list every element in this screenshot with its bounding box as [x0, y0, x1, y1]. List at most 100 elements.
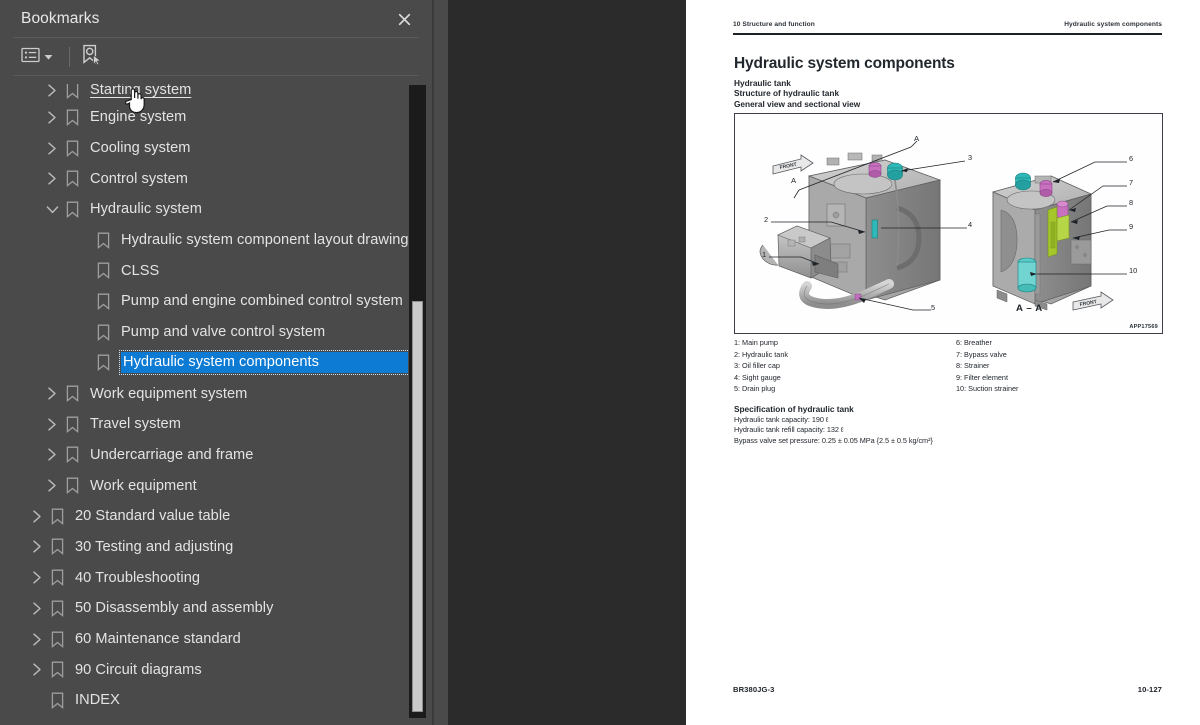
chevron-right-icon[interactable]: [44, 478, 60, 494]
chevron-right-icon[interactable]: [29, 600, 45, 616]
document-viewer: 10 Structure and function Hydraulic syst…: [448, 0, 1200, 725]
running-header-rule: [733, 33, 1162, 35]
figure-illustration: FRONT FRONT: [759, 140, 1127, 311]
bookmark-item-label: Undercarriage and frame: [90, 446, 254, 463]
bookmark-item[interactable]: Undercarriage and frame: [0, 440, 408, 471]
bookmark-item-label: 50 Disassembly and assembly: [75, 600, 274, 617]
list-options-icon: [21, 47, 40, 68]
subheading: General view and sectional view: [734, 98, 861, 109]
chevron-right-icon[interactable]: [44, 447, 60, 463]
bookmark-icon: [95, 261, 112, 280]
callout-8: 8: [1129, 198, 1134, 207]
subheading: Hydraulic tank: [734, 78, 791, 88]
bookmark-item[interactable]: 30 Testing and adjusting: [0, 532, 408, 563]
chevron-right-icon[interactable]: [44, 84, 60, 98]
bookmark-item[interactable]: Hydraulic system component layout drawin…: [0, 225, 408, 256]
specification-block: Specification of hydraulic tank Hydrauli…: [734, 404, 1163, 446]
bookmark-item[interactable]: 20 Standard value table: [0, 501, 408, 532]
bookmark-item[interactable]: INDEX: [0, 685, 408, 716]
front-arrow-right: FRONT: [1072, 291, 1114, 311]
bookmark-item-label: CLSS: [121, 262, 160, 279]
chevron-right-icon[interactable]: [29, 508, 45, 524]
callout-5: 5: [931, 303, 936, 312]
bookmark-item[interactable]: Work equipment system: [0, 378, 408, 409]
page-content: 10 Structure and function Hydraulic syst…: [733, 0, 1165, 725]
bookmarks-scrollbar-thumb[interactable]: [412, 301, 423, 712]
chevron-right-icon[interactable]: [44, 386, 60, 402]
document-page: 10 Structure and function Hydraulic syst…: [686, 0, 1200, 725]
bookmark-item[interactable]: Engine system: [0, 102, 408, 133]
close-icon[interactable]: [390, 6, 418, 32]
bookmark-item[interactable]: 40 Troubleshooting: [0, 562, 408, 593]
figure-hydraulic-tank: FRONT FRONT A A 1 2 3 4 5 6 7 8 9 10 A –…: [734, 113, 1163, 334]
bookmark-item[interactable]: Hydraulic system components: [0, 348, 408, 379]
section-view-label: A – A: [1016, 303, 1043, 314]
bookmark-icon: [95, 353, 112, 372]
bookmark-item[interactable]: Control system: [0, 163, 408, 194]
bookmark-icon: [49, 507, 66, 526]
bookmark-item-label: 90 Circuit diagrams: [75, 661, 202, 678]
bookmark-icon: [49, 568, 66, 587]
toolbar-separator: [69, 47, 70, 67]
list-options-button[interactable]: [18, 44, 56, 70]
bookmark-item[interactable]: Cooling system: [0, 133, 408, 164]
bookmark-icon: [95, 323, 112, 342]
new-bookmark-button[interactable]: [81, 44, 102, 70]
chevron-right-icon[interactable]: [44, 416, 60, 432]
bookmark-pointer-icon: [81, 44, 102, 71]
bookmark-item-label: Control system: [90, 170, 189, 187]
chevron-down-icon[interactable]: [44, 201, 60, 217]
bookmark-item[interactable]: 90 Circuit diagrams: [0, 654, 408, 685]
legend-item: 10: Suction strainer: [956, 384, 1019, 394]
bookmark-icon: [64, 476, 81, 495]
callout-1: 1: [762, 250, 767, 259]
legend-item: 5: Drain plug: [734, 384, 776, 394]
chevron-right-icon[interactable]: [29, 539, 45, 555]
bookmark-item-label: Pump and engine combined control system: [121, 293, 403, 310]
bookmark-tree: Starting system Engine system Cooling syst…: [0, 84, 408, 725]
bookmark-item-label: Hydraulic system component layout drawin…: [121, 232, 408, 249]
bookmark-item[interactable]: Hydraulic system: [0, 194, 408, 225]
bookmark-item[interactable]: CLSS: [0, 255, 408, 286]
bookmark-item-label: INDEX: [75, 692, 120, 709]
callout-4: 4: [968, 220, 973, 229]
bookmark-item[interactable]: 50 Disassembly and assembly: [0, 593, 408, 624]
legend-item: 2: Hydraulic tank: [734, 349, 789, 359]
page-title: Hydraulic system components: [734, 55, 955, 72]
bookmark-icon: [49, 537, 66, 556]
pdf-reader-window: Bookmarks Starting system Engine system …: [0, 0, 1200, 725]
bookmark-icon: [95, 292, 112, 311]
bookmark-item[interactable]: Starting system: [0, 84, 408, 102]
bookmark-item[interactable]: Travel system: [0, 409, 408, 440]
bookmark-icon: [49, 660, 66, 679]
legend-column-1: 1: Main pump 2: Hydraulic tank 3: Oil fi…: [734, 337, 956, 395]
chevron-right-icon[interactable]: [44, 171, 60, 187]
figure-code: APP17569: [1129, 324, 1158, 330]
legend-item: 8: Strainer: [956, 361, 990, 371]
panel-title: Bookmarks: [21, 10, 100, 27]
bookmark-item[interactable]: Pump and engine combined control system: [0, 286, 408, 317]
bookmark-item-label: 60 Maintenance standard: [75, 631, 241, 648]
bookmark-item[interactable]: Work equipment: [0, 470, 408, 501]
bookmark-tree-list: Starting system Engine system Cooling syst…: [0, 84, 408, 716]
bookmarks-scrollbar[interactable]: [409, 85, 426, 718]
bookmark-item-label: Work equipment: [90, 477, 197, 494]
chevron-right-icon[interactable]: [29, 570, 45, 586]
chevron-right-icon[interactable]: [29, 662, 45, 678]
bookmark-icon: [49, 630, 66, 649]
subheading: Structure of hydraulic tank: [734, 88, 840, 99]
chevron-down-icon: [44, 48, 53, 66]
chevron-right-icon[interactable]: [29, 631, 45, 647]
panel-divider[interactable]: [433, 0, 881, 725]
legend-item: 3: Oil filler cap: [734, 361, 780, 371]
running-header: 10 Structure and function Hydraulic syst…: [733, 21, 1162, 28]
bookmark-item[interactable]: 60 Maintenance standard: [0, 624, 408, 655]
bookmark-item[interactable]: Pump and valve control system: [0, 317, 408, 348]
chevron-right-icon[interactable]: [44, 109, 60, 125]
figure-legend: 1: Main pump 2: Hydraulic tank 3: Oil fi…: [734, 337, 1163, 395]
bookmark-icon: [64, 200, 81, 219]
bookmark-icon: [64, 84, 81, 100]
chevron-right-icon[interactable]: [44, 140, 60, 156]
callout-9: 9: [1129, 222, 1134, 231]
front-arrow-left: FRONT: [772, 154, 814, 175]
